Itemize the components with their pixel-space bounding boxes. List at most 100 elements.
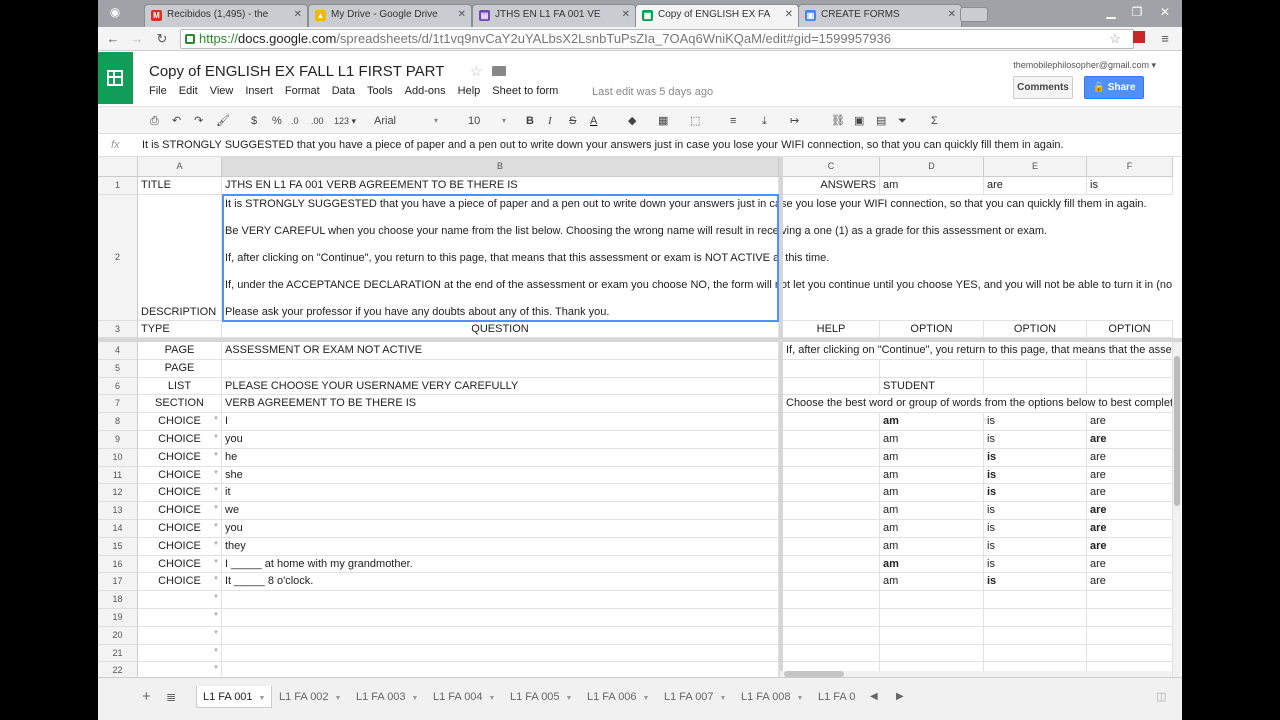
cell-f3[interactable]: OPTION	[1087, 321, 1173, 338]
row-header-21[interactable]: 21	[98, 644, 138, 663]
cell-a15[interactable]: CHOICE	[138, 537, 222, 556]
row-header-16[interactable]: 16	[98, 555, 138, 574]
user-profile-icon[interactable]: ◉	[106, 5, 124, 19]
cell-f17[interactable]: are	[1087, 573, 1173, 592]
back-arrow-icon[interactable]: ←	[104, 30, 122, 48]
cell-c3[interactable]: HELP	[783, 321, 880, 338]
italic-icon[interactable]: I	[548, 113, 552, 129]
row-header-5[interactable]: 5	[98, 359, 138, 378]
sheet-tab-menu-icon[interactable]: ▼	[412, 695, 419, 702]
menu-item[interactable]: Sheet to form	[492, 85, 558, 97]
cell-e6[interactable]	[984, 377, 1087, 396]
menu-item[interactable]: Edit	[179, 85, 198, 97]
menu-item[interactable]: Format	[285, 85, 320, 97]
type-dropdown-arrow-icon[interactable]: ▼	[213, 665, 219, 671]
cell-d20[interactable]	[880, 626, 984, 645]
cell-c15[interactable]	[783, 537, 880, 556]
address-bar[interactable]: https://docs.google.com/spreadsheets/d/1…	[180, 29, 1134, 49]
bookmark-star-icon[interactable]: ☆	[1106, 30, 1124, 48]
cell-b18[interactable]	[222, 591, 779, 609]
cell-b22[interactable]	[222, 662, 779, 677]
sheet-tab[interactable]: L1 FA 003 ▼	[350, 686, 424, 708]
cell-b13[interactable]: we	[222, 502, 779, 520]
cell-c13[interactable]	[783, 502, 880, 520]
cell-b17[interactable]: It _____ 8 o'clock.	[222, 573, 779, 592]
cell-a21[interactable]	[138, 644, 222, 663]
cell-f6[interactable]	[1087, 377, 1173, 396]
column-header-f[interactable]: F	[1087, 157, 1173, 177]
menu-item[interactable]: Add-ons	[405, 85, 446, 97]
cell-a22[interactable]	[138, 662, 222, 677]
row-header-14[interactable]: 14	[98, 520, 138, 538]
cell-f18[interactable]	[1087, 591, 1173, 609]
cell-a10[interactable]: CHOICE	[138, 448, 222, 467]
cell-e9[interactable]: is	[984, 431, 1087, 449]
paint-format-icon[interactable]: 🖌	[216, 113, 230, 129]
filter-icon[interactable]: ⏷	[898, 113, 907, 129]
cell-f1[interactable]: is	[1087, 177, 1173, 195]
formula-input[interactable]: It is STRONGLY SUGGESTED that you have a…	[142, 139, 1064, 151]
row-header-8[interactable]: 8	[98, 413, 138, 431]
merge-cells-icon[interactable]: ⬚	[690, 113, 700, 129]
row-header-4[interactable]: 4	[98, 342, 138, 360]
cell-c12[interactable]	[783, 484, 880, 503]
functions-icon[interactable]: Σ	[931, 113, 938, 129]
row-header-6[interactable]: 6	[98, 377, 138, 396]
cell-c1[interactable]: ANSWERS	[783, 177, 880, 195]
select-all-corner[interactable]	[98, 157, 138, 177]
cell-d12[interactable]: am	[880, 484, 984, 503]
decrease-decimal-button[interactable]: .0	[291, 113, 299, 129]
cell-d16[interactable]: am	[880, 555, 984, 574]
sheet-tab-menu-icon[interactable]: ▼	[489, 695, 496, 702]
cell-e16[interactable]: is	[984, 555, 1087, 574]
cell-e12[interactable]: is	[984, 484, 1087, 503]
row-header-12[interactable]: 12	[98, 484, 138, 503]
browser-menu-icon[interactable]: ≡	[1156, 30, 1174, 48]
cell-b12[interactable]: it	[222, 484, 779, 503]
font-family-dropdown[interactable]: Arial	[374, 113, 396, 129]
cell-a7[interactable]: SECTION	[138, 395, 222, 414]
cell-b8[interactable]: I	[222, 413, 779, 431]
strikethrough-icon[interactable]: S	[569, 113, 576, 129]
row-header-2[interactable]: 2	[98, 195, 138, 321]
share-button[interactable]: 🔒 Share	[1084, 76, 1144, 99]
type-dropdown-arrow-icon[interactable]: ▼	[213, 523, 219, 529]
cell-c14[interactable]	[783, 520, 880, 538]
font-size-dropdown[interactable]: 10	[468, 113, 480, 129]
cell-a13[interactable]: CHOICE	[138, 502, 222, 520]
cell-a8[interactable]: CHOICE	[138, 413, 222, 431]
browser-tab[interactable]: ▲ My Drive - Google Drive ✕	[308, 4, 472, 27]
cell-d19[interactable]	[880, 609, 984, 627]
browser-tab[interactable]: M Recibidos (1,495) - the ✕	[144, 4, 308, 27]
cell-a20[interactable]	[138, 626, 222, 645]
row-header-7[interactable]: 7	[98, 395, 138, 414]
cell-d13[interactable]: am	[880, 502, 984, 520]
type-dropdown-arrow-icon[interactable]: ▼	[213, 576, 219, 582]
row-header-13[interactable]: 13	[98, 502, 138, 520]
cell-d9[interactable]: am	[880, 431, 984, 449]
cell-f8[interactable]: are	[1087, 413, 1173, 431]
forward-arrow-icon[interactable]: →	[128, 30, 146, 48]
type-dropdown-arrow-icon[interactable]: ▼	[213, 416, 219, 422]
cell-f11[interactable]: are	[1087, 466, 1173, 485]
star-icon[interactable]: ☆	[470, 63, 483, 80]
browser-tab[interactable]: ▤ JTHS EN L1 FA 001 VE ✕	[472, 4, 636, 27]
cell-f19[interactable]	[1087, 609, 1173, 627]
insert-comment-icon[interactable]: ▣	[854, 113, 864, 129]
cell-d1[interactable]: am	[880, 177, 984, 195]
sheet-tab[interactable]: L1 FA 0	[812, 686, 861, 708]
cell-c7[interactable]: Choose the best word or group of words f…	[783, 395, 1173, 414]
cell-c8[interactable]	[783, 413, 880, 431]
cell-d14[interactable]: am	[880, 520, 984, 538]
sheet-tab-menu-icon[interactable]: ▼	[720, 695, 727, 702]
menu-item[interactable]: Tools	[367, 85, 393, 97]
menu-item[interactable]: File	[149, 85, 167, 97]
row-header-1[interactable]: 1	[98, 177, 138, 195]
sheet-tab[interactable]: L1 FA 002 ▼	[273, 686, 347, 708]
document-title[interactable]: Copy of ENGLISH EX FALL L1 FIRST PART	[149, 63, 444, 80]
maximize-icon[interactable]: ❐	[1128, 5, 1146, 19]
cell-d8[interactable]: am	[880, 413, 984, 431]
cell-a9[interactable]: CHOICE	[138, 431, 222, 449]
cell-f9[interactable]: are	[1087, 431, 1173, 449]
insert-link-icon[interactable]: ⛓	[831, 113, 845, 129]
